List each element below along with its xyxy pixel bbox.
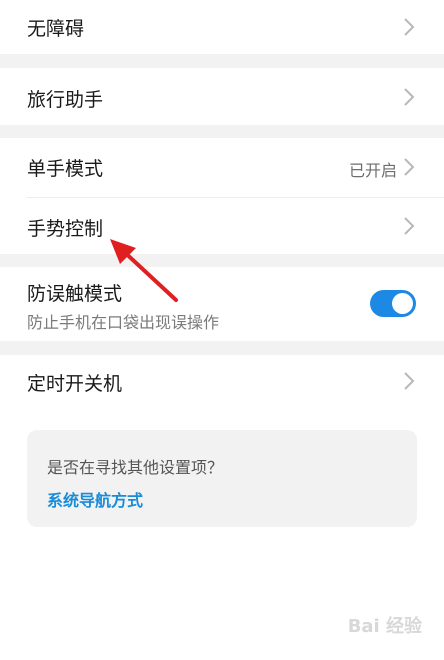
accidental-touch-toggle[interactable] bbox=[370, 290, 416, 317]
settings-item-label: 定时开关机 bbox=[27, 373, 123, 395]
settings-page: 无障碍 旅行助手 单手模式 已开启 手势控制 防误触模式 防止手机在口袋出现误操… bbox=[0, 0, 444, 660]
section-gap bbox=[0, 54, 444, 68]
section-gap bbox=[0, 125, 444, 138]
settings-item-label: 手势控制 bbox=[27, 218, 104, 240]
watermark: Bai 经验 bbox=[347, 616, 422, 637]
settings-item-label: 旅行助手 bbox=[27, 89, 104, 111]
settings-item-value: 已开启 bbox=[348, 161, 397, 180]
system-navigation-link[interactable]: 系统导航方式 bbox=[47, 487, 143, 511]
section-gap bbox=[0, 254, 444, 267]
chevron-right-icon bbox=[404, 158, 415, 176]
help-card: 是否在寻找其他设置项？ 系统导航方式 bbox=[27, 430, 417, 527]
chevron-right-icon bbox=[404, 217, 415, 235]
help-card-question: 是否在寻找其他设置项？ bbox=[47, 458, 224, 477]
settings-item-scheduled-power[interactable]: 定时开关机 bbox=[0, 355, 444, 407]
settings-item-description: 防止手机在口袋出现误操作 bbox=[27, 313, 220, 332]
settings-item-accessibility[interactable]: 无障碍 bbox=[0, 0, 444, 54]
toggle-knob bbox=[392, 293, 413, 314]
settings-item-one-hand-mode[interactable]: 单手模式 已开启 bbox=[0, 138, 444, 197]
chevron-right-icon bbox=[404, 88, 415, 106]
settings-item-label: 防误触模式 bbox=[27, 283, 123, 305]
settings-item-travel-assistant[interactable]: 旅行助手 bbox=[0, 68, 444, 125]
settings-item-label: 单手模式 bbox=[27, 158, 104, 180]
chevron-right-icon bbox=[404, 18, 415, 36]
settings-item-accidental-touch: 防误触模式 防止手机在口袋出现误操作 bbox=[0, 267, 444, 341]
chevron-right-icon bbox=[404, 372, 415, 390]
settings-item-gesture-control[interactable]: 手势控制 bbox=[0, 198, 444, 254]
settings-item-label: 无障碍 bbox=[27, 18, 85, 40]
section-gap bbox=[0, 341, 444, 355]
